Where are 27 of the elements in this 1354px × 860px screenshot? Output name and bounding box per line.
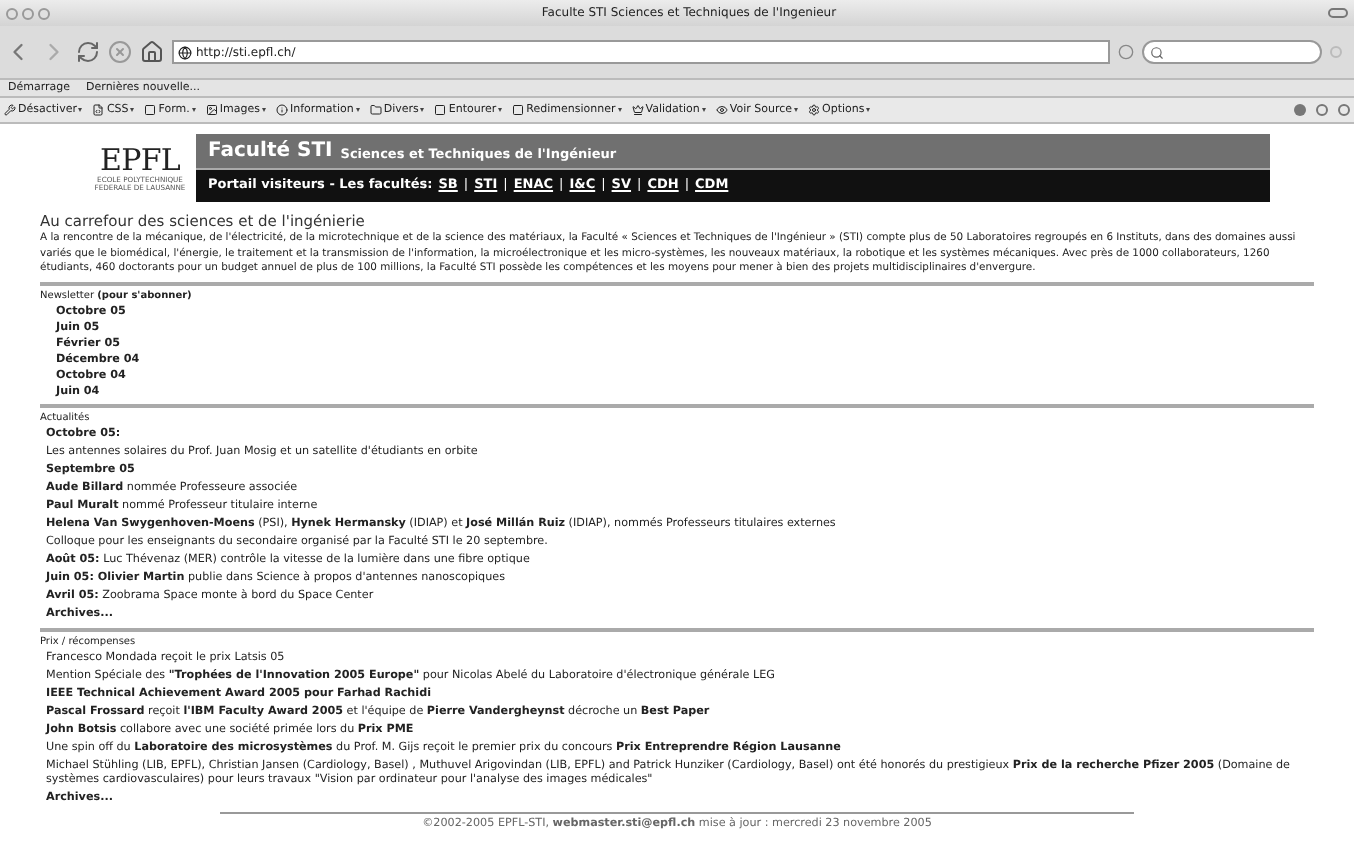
caret-icon: [191, 108, 196, 112]
document-icon: [92, 104, 105, 116]
stop-icon[interactable]: [108, 40, 132, 64]
faculty-title: Faculté STI: [208, 140, 333, 164]
folder-icon: [369, 104, 382, 116]
toolbar-toggle-icon[interactable]: [1328, 8, 1348, 18]
caret-icon: [794, 108, 799, 112]
search-field[interactable]: [1142, 40, 1322, 64]
eye-icon: [715, 104, 728, 116]
caret-icon: [866, 108, 871, 112]
caret-icon: [262, 108, 266, 112]
wrench-icon: [4, 104, 16, 116]
search-icon: [1150, 45, 1164, 59]
caret-icon: [78, 108, 83, 112]
crown-icon: [631, 104, 644, 116]
settings-icon: [808, 104, 821, 116]
caret-icon: [617, 108, 622, 112]
reload-icon[interactable]: [76, 40, 100, 64]
image-icon: [205, 104, 218, 116]
caret-icon: [355, 108, 360, 112]
globe-icon: [178, 45, 192, 59]
caret-icon: [420, 108, 425, 112]
caret-icon: [130, 108, 135, 112]
caret-icon: [701, 108, 706, 112]
home-icon[interactable]: [140, 40, 164, 64]
caret-icon: [498, 108, 503, 112]
info-icon: [276, 104, 288, 116]
